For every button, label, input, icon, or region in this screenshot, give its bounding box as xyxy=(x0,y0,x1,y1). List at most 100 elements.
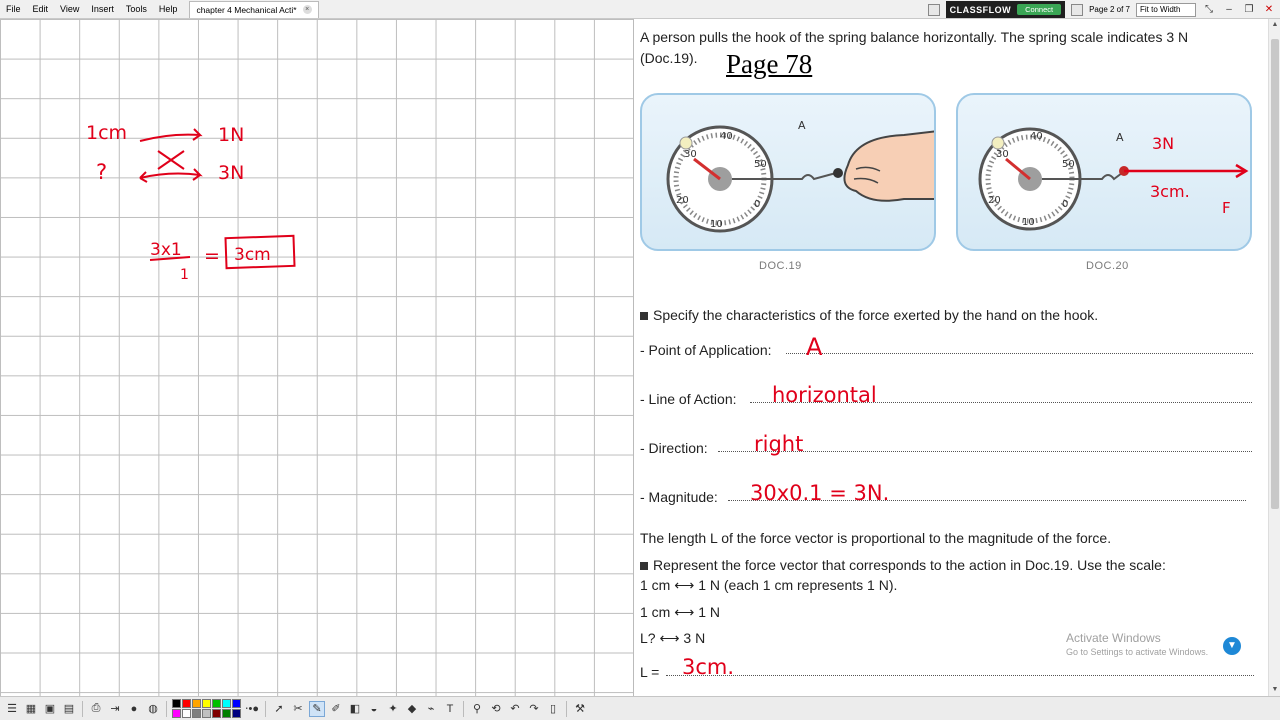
hw-line2-left: ? xyxy=(96,160,107,184)
menu-insert[interactable]: Insert xyxy=(85,0,120,19)
page-icon[interactable]: ▤ xyxy=(61,701,77,717)
magic-pen-icon[interactable]: ✦ xyxy=(385,701,401,717)
main-menu-icon[interactable]: ☰ xyxy=(4,701,20,717)
svg-text:30: 30 xyxy=(684,149,697,160)
image-icon[interactable]: ▣ xyxy=(42,701,58,717)
fig2-vector-label: F xyxy=(1222,199,1231,217)
whiteboard-grid[interactable]: 1cm 1N ? 3N 3x1 1 = 3cm xyxy=(0,19,634,696)
connect-button[interactable]: Connect xyxy=(1017,4,1062,15)
download-icon[interactable]: ▼ xyxy=(1223,637,1241,655)
minimize-icon[interactable]: – xyxy=(1222,4,1236,15)
intro-line1: A person pulls the hook of the spring ba… xyxy=(640,29,1189,45)
zoom-select[interactable]: Fit to Width xyxy=(1136,2,1196,17)
color-swatch[interactable] xyxy=(212,699,221,708)
collapse-icon[interactable]: ⤡ xyxy=(1202,4,1216,15)
color-swatch[interactable] xyxy=(212,709,221,718)
tools-icon[interactable]: ✂ xyxy=(290,701,306,717)
toolbar-separator xyxy=(166,700,167,717)
color-swatch[interactable] xyxy=(232,709,241,718)
bullet-square-icon xyxy=(640,562,648,570)
close-tab-icon[interactable]: × xyxy=(302,5,312,14)
close-window-icon[interactable]: ✕ xyxy=(1262,4,1276,15)
color-swatch[interactable] xyxy=(172,709,181,718)
hw-line1-right: 1N xyxy=(218,124,244,146)
fig1-point-label: A xyxy=(798,119,806,132)
browsers-icon[interactable]: ▦ xyxy=(23,701,39,717)
redo-icon[interactable]: ↷ xyxy=(526,701,542,717)
menu-file[interactable]: File xyxy=(0,0,27,19)
toolbar-separator xyxy=(566,700,567,717)
color-swatch[interactable] xyxy=(172,699,181,708)
eraser-icon[interactable]: ◧ xyxy=(347,701,363,717)
color-palette[interactable] xyxy=(172,699,241,718)
document-tab-label: chapter 4 Mechanical Acti* xyxy=(196,4,297,15)
activate-windows-subtitle: Go to Settings to activate Windows. xyxy=(1066,647,1209,657)
connector-icon[interactable]: ⌁ xyxy=(423,701,439,717)
delete-page-icon[interactable]: ▯ xyxy=(545,701,561,717)
window-icon[interactable] xyxy=(927,3,940,16)
menu-edit[interactable]: Edit xyxy=(27,0,55,19)
menu-view[interactable]: View xyxy=(54,0,85,19)
print-icon[interactable]: ⎙ xyxy=(88,701,104,717)
spring-balance-vector-illustration: 40 50 0 10 20 30 A 3N 3cm. F xyxy=(978,127,1249,231)
fig2-caption: DOC.20 xyxy=(1086,260,1129,272)
toolbar-separator xyxy=(82,700,83,717)
length-text: The length L of the force vector is prop… xyxy=(640,530,1112,546)
text-icon[interactable]: T xyxy=(442,701,458,717)
fig2-force-label: 3N xyxy=(1152,134,1174,153)
highlighter-icon[interactable]: ✐ xyxy=(328,701,344,717)
toolbox-icon[interactable]: ⚒ xyxy=(572,701,588,717)
poa-dotted-line xyxy=(786,353,1253,354)
document-page: A person pulls the hook of the spring ba… xyxy=(634,19,1268,696)
color-swatch[interactable] xyxy=(192,709,201,718)
color-swatch[interactable] xyxy=(182,699,191,708)
menu-tools[interactable]: Tools xyxy=(120,0,153,19)
document-tab[interactable]: chapter 4 Mechanical Acti* × xyxy=(189,0,319,18)
hw-calc-result: 3cm xyxy=(234,245,271,265)
color-swatch[interactable] xyxy=(222,709,231,718)
handwriting-recognition-icon[interactable]: ⚲ xyxy=(469,701,485,717)
specify-heading: Specify the characteristics of the force… xyxy=(640,307,1098,323)
scroll-down-icon[interactable]: ▼ xyxy=(1269,684,1280,696)
bullet-square-icon xyxy=(640,312,648,320)
restore-icon[interactable]: ❐ xyxy=(1242,4,1256,15)
record-icon[interactable]: ● xyxy=(126,701,142,717)
select-icon[interactable]: ➚ xyxy=(271,701,287,717)
fig1-caption: DOC.19 xyxy=(759,260,802,272)
pen-icon[interactable]: ✎ xyxy=(309,700,325,717)
svg-text:50: 50 xyxy=(1062,159,1075,170)
scroll-up-icon[interactable]: ▲ xyxy=(1269,19,1280,31)
color-swatch[interactable] xyxy=(202,699,211,708)
menubar-right: CLASSFLOW Connect Page 2 of 7 Fit to Wid… xyxy=(927,0,1280,19)
page-sorter-icon[interactable] xyxy=(1071,3,1084,16)
shape-icon[interactable]: ◆ xyxy=(404,701,420,717)
color-swatch[interactable] xyxy=(232,699,241,708)
svg-text:20: 20 xyxy=(988,195,1001,206)
bottom-toolbar: ☰ ▦ ▣ ▤ ⎙ ⇥ ● ◍ ⋅•● ➚ ✂ ✎ ✐ ◧ ◒ ✦ ◆ ⌁ T … xyxy=(0,696,1280,720)
globe-icon[interactable]: ◍ xyxy=(145,701,161,717)
spring-balance-hand-illustration: 40 50 0 10 20 30 A xyxy=(666,119,934,233)
vertical-scrollbar[interactable]: ▲ ▼ xyxy=(1268,19,1280,696)
hw-line2-right: 3N xyxy=(218,162,244,184)
color-swatch[interactable] xyxy=(192,699,201,708)
reset-icon[interactable]: ⟲ xyxy=(488,701,504,717)
next-page-icon[interactable]: ⇥ xyxy=(107,701,123,717)
color-swatch[interactable] xyxy=(222,699,231,708)
svg-text:0: 0 xyxy=(1062,199,1068,210)
pen-width-icon[interactable]: ⋅•● xyxy=(244,701,260,717)
color-swatch[interactable] xyxy=(182,709,191,718)
undo-icon[interactable]: ↶ xyxy=(507,701,523,717)
menu-help[interactable]: Help xyxy=(153,0,184,19)
scroll-thumb[interactable] xyxy=(1271,39,1279,509)
svg-text:10: 10 xyxy=(710,219,723,230)
scale-line1: 1 cm ⟷ 1 N xyxy=(640,604,720,620)
intro-line2: (Doc.19). xyxy=(640,50,698,66)
page-number: Page 78 xyxy=(726,49,813,79)
classflow-logo: CLASSFLOW xyxy=(949,4,1012,15)
svg-text:40: 40 xyxy=(720,131,733,142)
figure-doc19: 40 50 0 10 20 30 A xyxy=(640,93,936,251)
svg-text:30: 30 xyxy=(996,149,1009,160)
fill-icon[interactable]: ◒ xyxy=(366,701,382,717)
color-swatch[interactable] xyxy=(202,709,211,718)
svg-text:20: 20 xyxy=(676,195,689,206)
